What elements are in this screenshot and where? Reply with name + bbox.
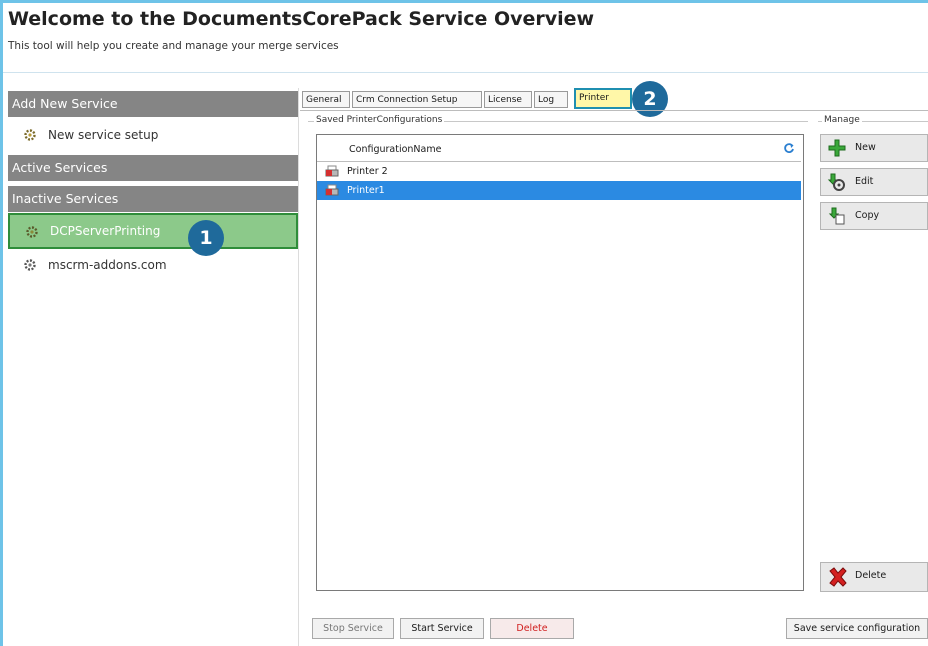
gear-icon [24,129,36,141]
active-services-header: Active Services [8,155,298,181]
sidebar-item-dcpserverprinting[interactable]: DCPServerPrinting [8,213,298,249]
table-row-selected[interactable]: Printer1 [317,181,801,200]
table-row[interactable]: Printer 2 [317,162,801,181]
page-title: Welcome to the DocumentsCorePack Service… [8,8,595,30]
add-new-service-header: Add New Service [8,91,298,117]
new-button-label: New [855,142,876,153]
delete-service-button[interactable]: Delete [490,618,574,639]
grid-header: ConfigurationName [317,135,801,162]
sidebar-item-label: mscrm-addons.com [48,258,167,272]
add-icon [828,139,846,157]
sidebar-item-label: New service setup [48,128,159,142]
copy-button-label: Copy [855,210,880,221]
sidebar-item-mscrm-addons[interactable]: mscrm-addons.com [8,250,298,280]
callout-badge-1: 1 [188,220,224,256]
inactive-services-header: Inactive Services [8,186,298,212]
delete-button-label: Delete [855,570,887,581]
save-service-configuration-button[interactable]: Save service configuration [786,618,928,639]
new-button[interactable]: New [820,134,928,162]
page-subtitle: This tool will help you create and manag… [8,40,339,52]
service-sidebar: Add New Service New service setup Active… [8,88,299,646]
gear-icon [26,226,38,238]
configuration-name: Printer1 [347,185,385,196]
tab-crm-connection-setup[interactable]: Crm Connection Setup [352,91,482,108]
delete-icon [829,567,847,587]
printer-icon [325,184,339,196]
stop-service-button[interactable]: Stop Service [312,618,394,639]
sidebar-item-label: DCPServerPrinting [50,224,161,238]
edit-button[interactable]: Edit [820,168,928,196]
column-header-configurationname[interactable]: ConfigurationName [349,144,441,155]
tab-log[interactable]: Log [534,91,568,108]
gear-icon [24,259,36,271]
sidebar-item-new-service[interactable]: New service setup [8,120,298,150]
manage-label: Manage [822,115,862,125]
printer-configurations-grid[interactable]: ConfigurationName Printer 2 Printer1 [316,134,804,591]
start-service-button[interactable]: Start Service [400,618,484,639]
copy-icon [828,207,845,225]
header-divider [3,72,928,73]
copy-button[interactable]: Copy [820,202,928,230]
configuration-name: Printer 2 [347,166,388,177]
printer-icon [325,165,339,177]
edit-button-label: Edit [855,176,874,187]
tab-license[interactable]: License [484,91,532,108]
refresh-icon[interactable] [783,142,795,154]
tab-printer[interactable]: Printer [574,88,632,109]
edit-icon [827,173,845,191]
tab-general[interactable]: General [302,91,350,108]
saved-configurations-label: Saved PrinterConfigurations [314,115,445,125]
delete-button[interactable]: Delete [820,562,928,592]
